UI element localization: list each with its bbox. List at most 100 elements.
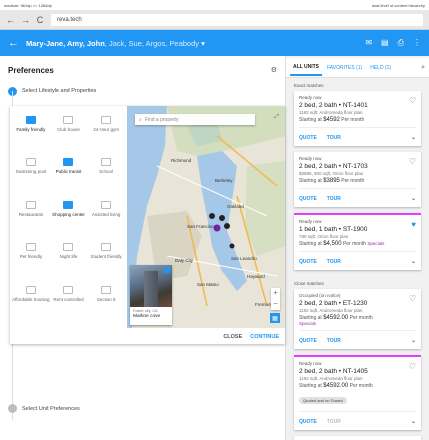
price-value: $4592 (323, 117, 340, 123)
quote-button[interactable]: QUOTE (299, 135, 317, 141)
mail-icon[interactable]: ✉ (365, 38, 372, 48)
category-school[interactable]: School (87, 152, 125, 194)
property-name: Marline cove (133, 314, 161, 319)
unit-card[interactable]: Ready now 2 bed, 2 bath • NT-1401 1192 sqf… (294, 91, 421, 146)
category-label: Restaurants (18, 211, 43, 217)
map-view[interactable]: Richmond Berkeley Oakland San Francisco San … (127, 106, 285, 328)
building-image (144, 271, 158, 307)
category-pet-friendly[interactable]: Pet friendly (12, 237, 50, 279)
chevron-down-icon[interactable]: ⌄ (411, 134, 416, 141)
favorite-heart-icon[interactable]: ♡ (409, 362, 416, 371)
price-suffix: Per month (341, 117, 365, 123)
chevron-down-icon[interactable]: ⌄ (411, 337, 416, 344)
unit-price: Starting at $4592 Per month (299, 117, 416, 123)
category-label: Rent controlled (53, 296, 84, 302)
continue-button[interactable]: CONTINUE (250, 334, 279, 340)
unit-card[interactable]: Ready now 1 bed, 1 bath • ST-1900 780 sqft… (294, 213, 421, 270)
unit-detail: 1192 sqft, Andromeda floor plan (299, 376, 363, 381)
tab-favorites[interactable]: FAVORITES (1) (324, 61, 365, 75)
map-place-label: Fremont (255, 302, 272, 307)
favorite-heart-icon[interactable]: ♡ (409, 96, 416, 105)
zoom-out-icon[interactable]: − (273, 301, 277, 308)
search-icon[interactable]: ⌕ (421, 64, 425, 72)
tour-button[interactable]: TOUR (327, 196, 341, 202)
price-prefix: Starting at (299, 117, 322, 123)
quote-button[interactable]: QUOTE (299, 338, 317, 344)
category-swimming-pool[interactable]: Swimming pool (12, 152, 50, 194)
tour-button[interactable]: TOUR (327, 338, 341, 344)
property-photo (130, 265, 172, 307)
category-student-friendly[interactable]: Student friendly (87, 237, 125, 279)
forward-nav-icon[interactable]: → (21, 15, 30, 25)
back-nav-icon[interactable]: ← (6, 15, 15, 25)
other-names: , Jack, Sue, Argos, Peabody (104, 38, 200, 48)
tune-icon[interactable]: ⚙ (271, 66, 277, 74)
chevron-down-icon[interactable]: ▾ (201, 39, 205, 48)
unit-card[interactable]: Ready now 2 bed, 2 bath • NT-1405 1192 sqf… (294, 355, 421, 430)
tour-button[interactable]: TOUR (327, 259, 341, 265)
quote-button[interactable]: QUOTE (299, 196, 317, 202)
map-search-input[interactable]: ⌕ Find a property (135, 114, 255, 125)
category-icon (63, 116, 74, 124)
category-24-hour-gym[interactable]: 24 Hour gym (87, 110, 125, 152)
category-restaurants[interactable]: Restaurants (12, 195, 50, 237)
more-vert-icon[interactable]: ⋮ (413, 38, 421, 48)
unit-card[interactable]: Occupied (on notice) 2 bed, 2 bath • ET-1… (294, 289, 421, 349)
category-section-8[interactable]: Section 8 (87, 280, 125, 322)
chat-icon[interactable]: ▤ (381, 38, 389, 48)
favorite-heart-icon[interactable]: ♥ (411, 220, 416, 229)
units-pane: ALL UNITS FAVORITES (1) HELD (1) ⌕ Exact ma… (285, 56, 429, 440)
price-suffix: Per month (341, 178, 365, 184)
tab-held[interactable]: HELD (1) (367, 61, 394, 75)
print-icon[interactable]: ⎙ (398, 38, 404, 48)
exact-matches-label: Exact matches (294, 83, 324, 88)
category-icon (25, 158, 36, 167)
price-prefix: Starting at (299, 383, 322, 389)
unit-title: 2 bed, 2 bath • NT-1401 (299, 102, 368, 109)
category-shopping-center[interactable]: Shopping center (50, 195, 88, 237)
category-rent-controlled[interactable]: Rent controlled (50, 280, 88, 322)
tour-button[interactable]: TOUR (327, 135, 341, 141)
address-bar[interactable]: reva.tech (51, 13, 423, 26)
zoom-in-icon[interactable]: + (273, 290, 277, 297)
category-family-friendly[interactable]: Family friendly (12, 110, 50, 152)
step-unit-preferences[interactable]: Select Unit Preferences (8, 404, 80, 413)
favorite-heart-icon[interactable]: ♡ (409, 294, 416, 303)
grid-view-icon[interactable]: ▦ (270, 313, 280, 323)
close-button[interactable]: CLOSE (223, 334, 242, 340)
category-affordable-housing[interactable]: Affordable housing (12, 280, 50, 322)
favorite-check-icon[interactable] (164, 267, 170, 273)
favorite-heart-icon[interactable]: ♡ (409, 157, 416, 166)
unit-card[interactable]: Ready now 2 bed, 2 bath • NT-1703 $3895, 8… (294, 152, 421, 207)
fullscreen-icon[interactable]: ⤢ (274, 114, 279, 121)
category-night-life[interactable]: Night life (50, 237, 88, 279)
category-assisted-living[interactable]: Assisted living (87, 195, 125, 237)
step-lifestyle[interactable]: Select Lifestyle and Properties (0, 84, 285, 98)
arrow-back-icon[interactable]: ← (8, 37, 26, 49)
unit-actions: QUOTE TOUR ⌄ (299, 127, 416, 146)
household-members[interactable]: Mary-Jane, Amy, John, Jack, Sue, Argos, … (26, 39, 365, 48)
map-place-label: San Leandro (231, 256, 257, 261)
quote-button[interactable]: QUOTE (299, 419, 317, 425)
category-icon (63, 243, 74, 252)
unit-status: Ready now (299, 361, 322, 366)
category-icon (25, 116, 36, 124)
unit-card[interactable]: Ready now2 bed, 2 bath • NT-481♡ (294, 436, 421, 440)
chevron-down-icon[interactable]: ⌄ (411, 195, 416, 202)
chevron-down-icon[interactable]: ⌄ (411, 258, 416, 265)
category-club-house[interactable]: Club house (50, 110, 88, 152)
tab-all-units[interactable]: ALL UNITS (290, 60, 323, 76)
price-value: $3895 (323, 178, 340, 184)
property-card[interactable]: Foster city, CA Marline cove (130, 265, 172, 325)
unit-title: 2 bed, 2 bath • NT-1703 (299, 163, 368, 170)
unit-actions: QUOTE TOUR ⌄ (299, 330, 416, 349)
category-icon (63, 158, 74, 167)
quote-button[interactable]: QUOTE (299, 259, 317, 265)
chevron-down-icon[interactable]: ⌄ (411, 418, 416, 425)
reload-icon[interactable]: C (36, 15, 44, 25)
category-label: School (99, 169, 114, 175)
unit-title: 2 bed, 2 bath • ET-1230 (299, 300, 368, 307)
category-public-transit[interactable]: Public transit (50, 152, 88, 194)
step-inactive-icon (8, 404, 17, 413)
category-label: Pet friendly (19, 254, 43, 260)
